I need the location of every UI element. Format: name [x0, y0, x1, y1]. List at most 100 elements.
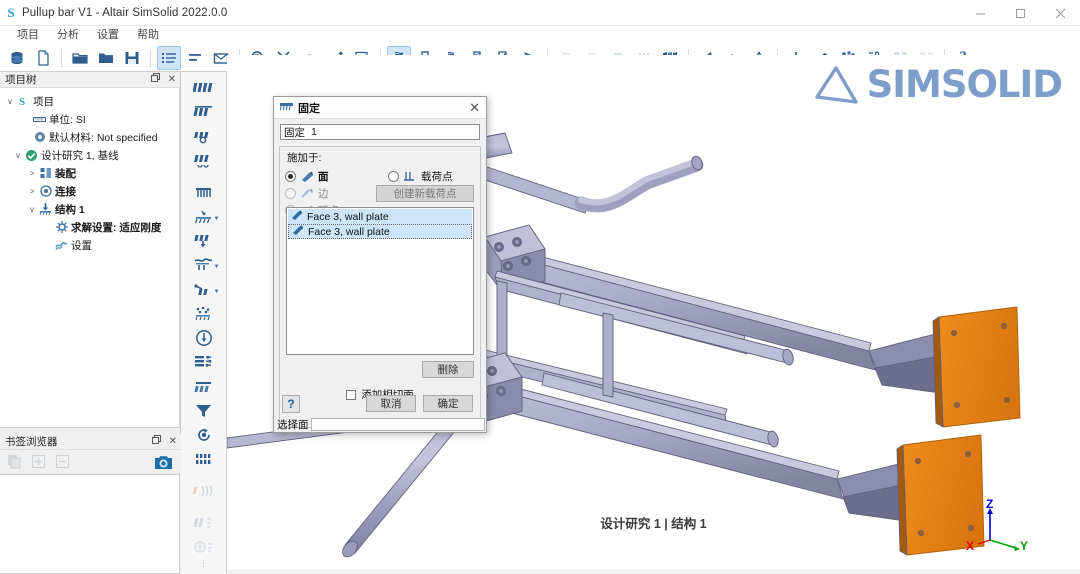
bookmark-list[interactable]	[0, 474, 180, 574]
dialog-title: 固定	[293, 100, 320, 116]
twisty-icon[interactable]: v	[4, 97, 16, 106]
radio-row-edge[interactable]: 边	[285, 185, 380, 202]
tree-item-settings[interactable]: 设置	[0, 236, 179, 254]
align-icon[interactable]	[183, 46, 207, 70]
constraint-name-field[interactable]: 固定 1	[280, 124, 480, 140]
status-field[interactable]	[311, 418, 486, 431]
tree-label: 结构 1	[53, 202, 85, 217]
new-file-icon[interactable]	[31, 46, 55, 70]
solve-icon[interactable]	[187, 399, 221, 423]
viewport-scrollbar[interactable]	[227, 569, 1080, 574]
cancel-button[interactable]: 取消	[366, 395, 416, 412]
material-icon	[32, 131, 47, 143]
list-item-label: Face 3, wall plate	[308, 226, 390, 238]
pressure-icon[interactable]: ▼	[187, 253, 221, 277]
thermal-result-icon[interactable]	[187, 511, 221, 535]
radio-load-point[interactable]	[388, 171, 399, 182]
axis-label-x: X	[966, 539, 974, 553]
tree-item-solution-settings[interactable]: 求解设置: 适应刚度	[0, 218, 179, 236]
refresh-icon[interactable]	[187, 423, 221, 447]
twisty-icon[interactable]: >	[26, 187, 38, 196]
tree-item-connections[interactable]: > 连接	[0, 182, 179, 200]
dialog-title-bar[interactable]: 固定 ✕	[274, 97, 486, 119]
twisty-icon[interactable]: v	[26, 205, 38, 214]
structural-icon[interactable]	[187, 180, 221, 204]
axis-label-z: Z	[986, 498, 993, 511]
title-bar: S Pullup bar V1 - Altair SimSolid 2022.0…	[0, 0, 1080, 26]
radio-row-face[interactable]: 面	[285, 168, 380, 185]
float-panel-icon[interactable]	[152, 434, 161, 450]
list-item[interactable]: Face 3, wall plate	[288, 209, 472, 224]
twisty-icon[interactable]: v	[12, 151, 24, 160]
tree-label: 装配	[53, 166, 76, 181]
float-panel-icon[interactable]	[151, 72, 160, 88]
menu-item-analysis[interactable]: 分析	[48, 26, 88, 44]
save-icon[interactable]	[120, 46, 144, 70]
results-grid-icon[interactable]	[187, 447, 221, 471]
tree-item-assembly[interactable]: > 装配	[0, 164, 179, 182]
assembly-tree-icon	[38, 167, 53, 179]
toolbar-separator	[150, 49, 151, 67]
delete-button[interactable]: 删除	[422, 361, 474, 378]
radio-row-load-point[interactable]: 载荷点	[380, 168, 475, 185]
assembly-icon[interactable]	[187, 76, 221, 100]
tree-item-project[interactable]: v S 项目	[0, 92, 179, 110]
remote-load-icon[interactable]: ▼	[187, 277, 221, 301]
remove-bookmark-icon[interactable]	[52, 452, 72, 472]
menu-item-project[interactable]: 项目	[8, 26, 48, 44]
chevron-down-icon[interactable]: ▼	[214, 289, 220, 295]
bookmark-browser-panel: 书签浏览器 ✕	[0, 434, 181, 574]
close-icon[interactable]	[1040, 0, 1080, 26]
chevron-down-icon[interactable]: ▼	[214, 264, 220, 270]
tree-item-structural[interactable]: v 结构 1	[0, 200, 179, 218]
inertia-relief-icon[interactable]	[187, 326, 221, 350]
radio-label-load-point: 载荷点	[421, 169, 453, 184]
folder-icon[interactable]	[94, 46, 118, 70]
menu-item-settings[interactable]: 设置	[88, 26, 128, 44]
project-tree[interactable]: v S 项目 单位: SI 默认材料: Not specif	[0, 88, 180, 428]
contact-icon[interactable]	[187, 125, 221, 149]
create-new-load-point-button[interactable]: 创建新载荷点	[376, 185, 474, 202]
help-button[interactable]: ?	[282, 395, 300, 413]
maximize-icon[interactable]	[1000, 0, 1040, 26]
add-bookmark-icon[interactable]	[28, 452, 48, 472]
close-icon[interactable]: ✕	[469, 99, 480, 117]
solution-settings-icon[interactable]	[187, 350, 221, 374]
contour-icon[interactable]	[187, 535, 221, 559]
list-item[interactable]: Face 3, wall plate	[288, 224, 472, 239]
connection-group-icon[interactable]	[187, 149, 221, 173]
radio-edge[interactable]	[285, 188, 296, 199]
bookmark-panel-header: 书签浏览器 ✕	[0, 434, 181, 450]
menu-item-help[interactable]: 帮助	[128, 26, 168, 44]
database-icon[interactable]	[5, 46, 29, 70]
left-dock: 项目树 ✕ v S 项目	[0, 72, 181, 574]
immovable-support-icon[interactable]: ▼	[187, 205, 221, 229]
twisty-icon[interactable]: >	[26, 169, 38, 178]
camera-capture-icon[interactable]	[153, 452, 173, 472]
list-view-icon[interactable]	[157, 46, 181, 70]
toolbar-separator	[61, 49, 62, 67]
tree-label: 连接	[53, 184, 76, 199]
toolbar-grip[interactable]: ⋮	[200, 559, 208, 568]
edge-icon	[300, 188, 314, 200]
close-panel-icon[interactable]: ✕	[168, 72, 176, 88]
gravity-icon[interactable]	[187, 302, 221, 326]
ok-button[interactable]: 确定	[423, 395, 473, 412]
tree-item-default-material[interactable]: 默认材料: Not specified	[0, 128, 179, 146]
parts-icon[interactable]	[187, 100, 221, 124]
selection-list[interactable]: Face 3, wall plate Face 3, wall plate	[286, 207, 474, 355]
tree-label: 设置	[69, 238, 92, 253]
chevron-down-icon[interactable]: ▼	[214, 216, 220, 222]
close-panel-icon[interactable]: ✕	[169, 434, 177, 450]
radio-face[interactable]	[285, 171, 296, 182]
copy-bookmark-icon[interactable]	[4, 452, 24, 472]
modal-icon[interactable]	[187, 479, 221, 503]
tree-item-design-study[interactable]: v 设计研究 1, 基线	[0, 146, 179, 164]
open-folder-icon[interactable]	[68, 46, 92, 70]
tree-item-units[interactable]: 单位: SI	[0, 110, 179, 128]
svg-text:S: S	[19, 96, 25, 107]
minimize-icon[interactable]	[960, 0, 1000, 26]
force-icon[interactable]	[187, 229, 221, 253]
layers-icon[interactable]	[187, 374, 221, 398]
dialog-footer: ? 取消 确定	[274, 394, 486, 416]
